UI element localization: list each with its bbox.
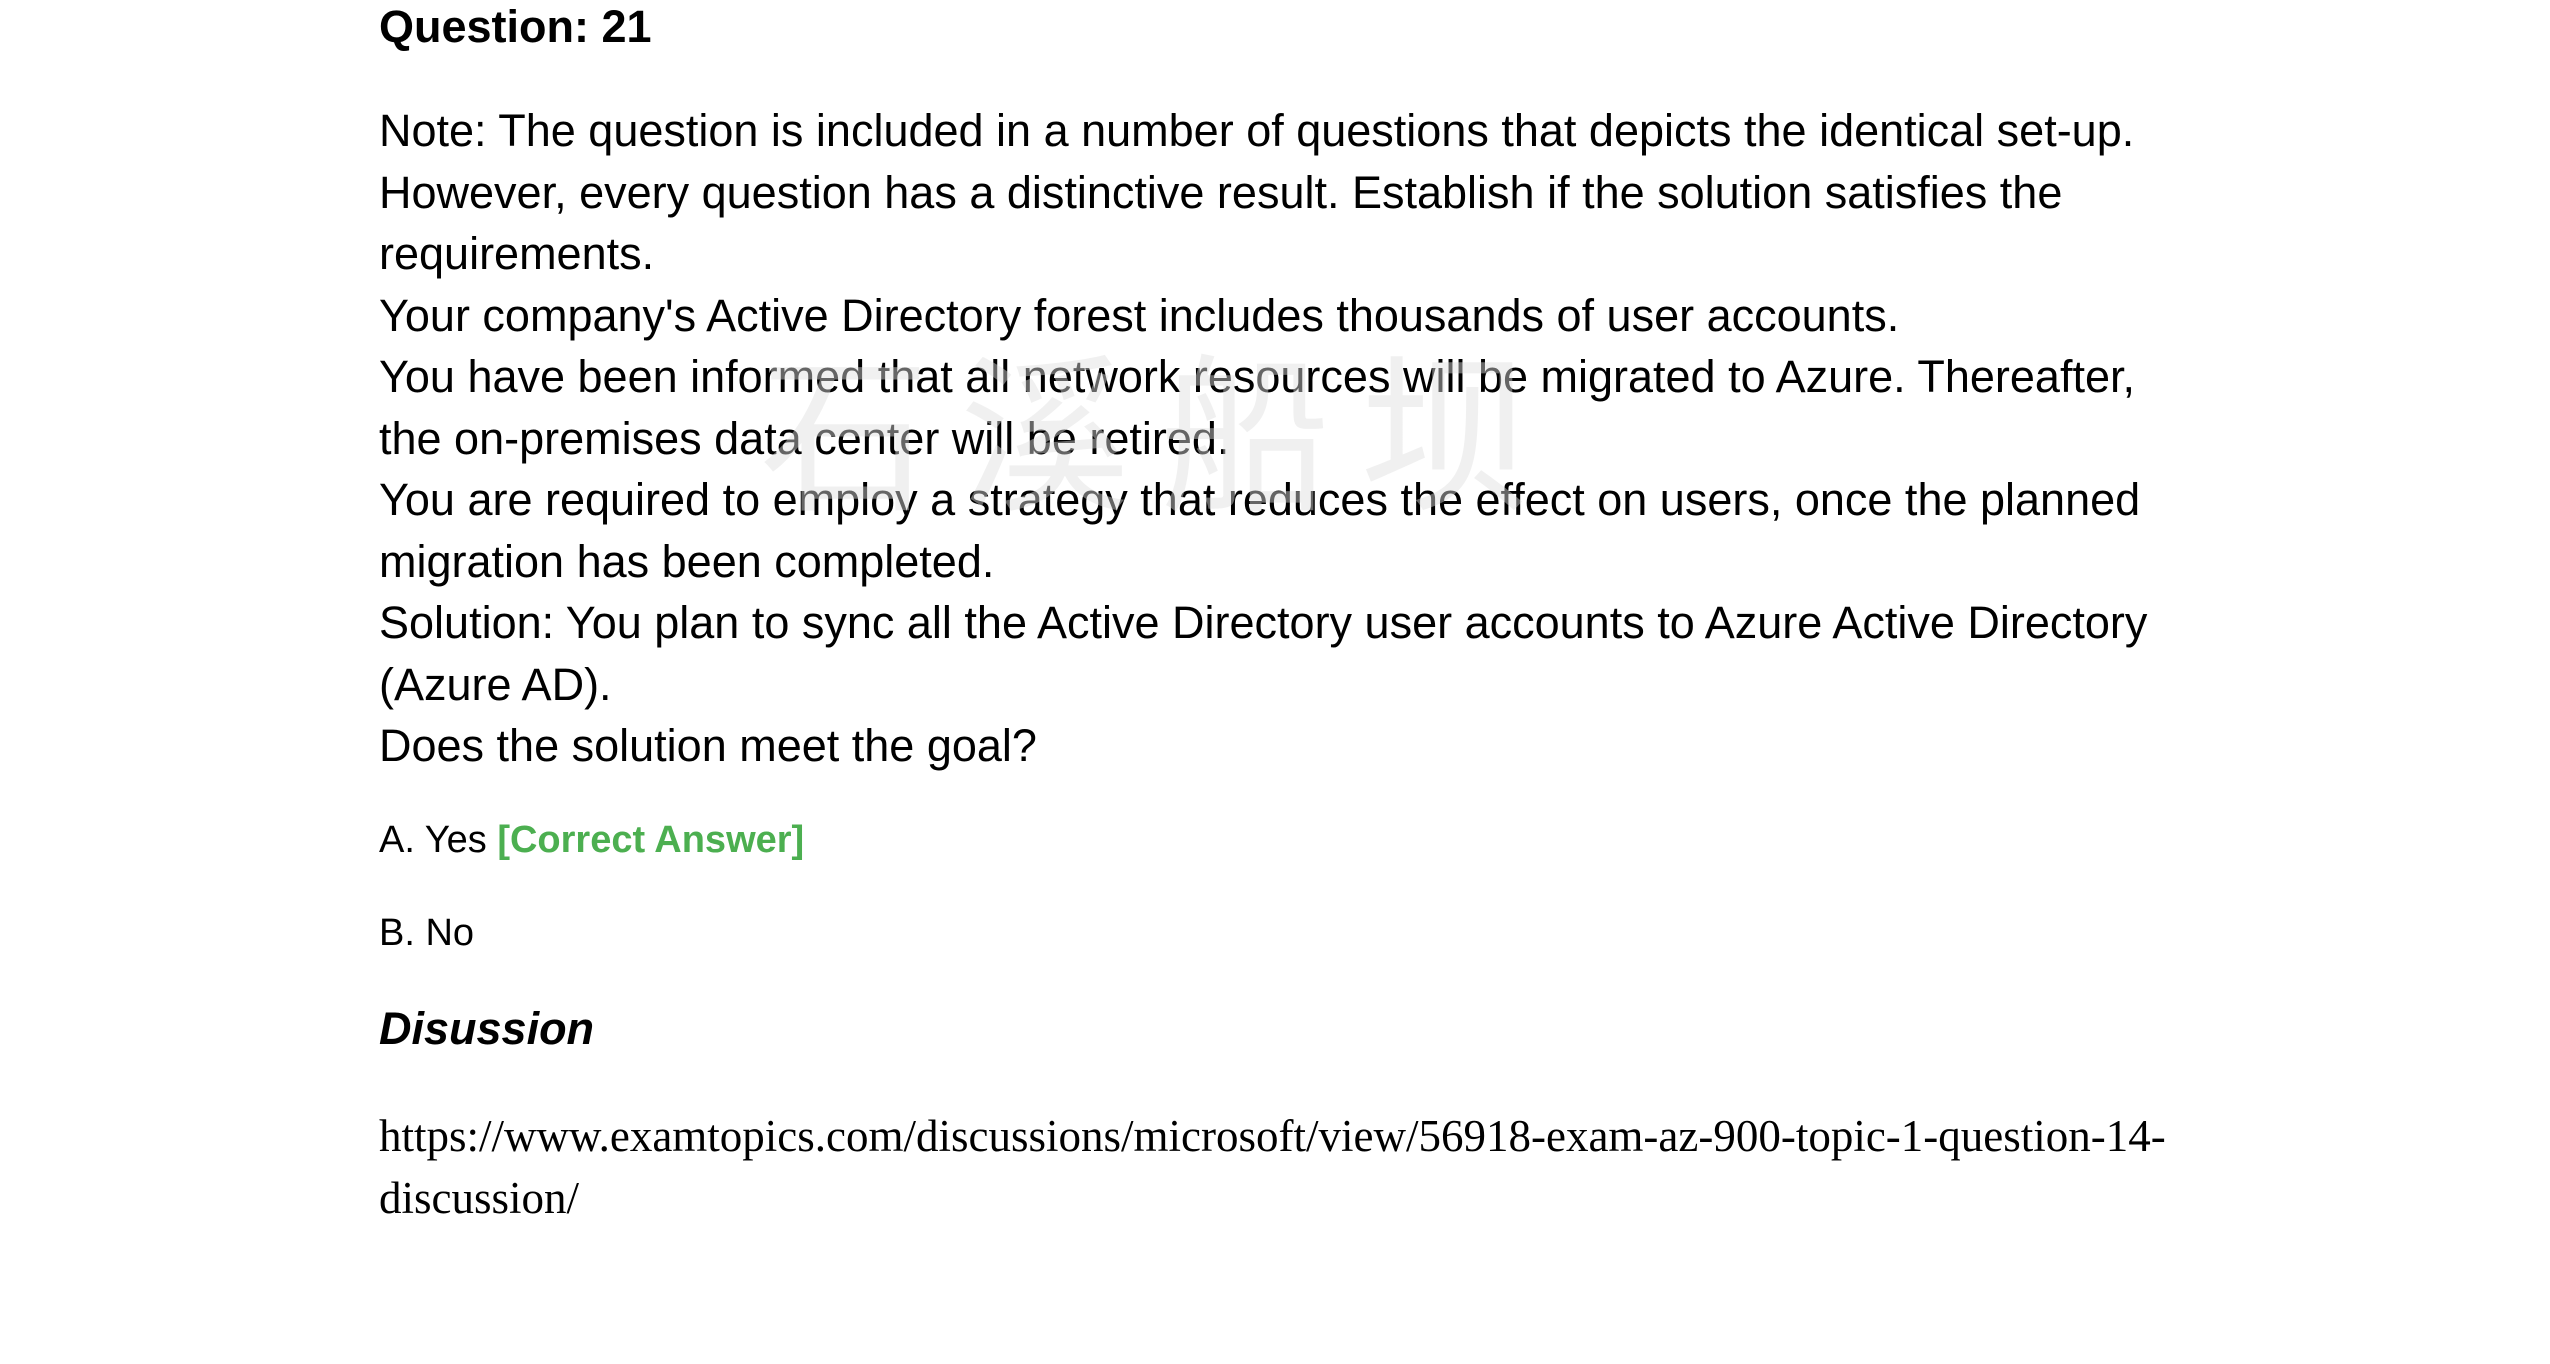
answer-option-b: B. No: [379, 910, 474, 956]
option-a-label: A. Yes: [379, 819, 498, 861]
question-paragraph: You are required to employ a strategy th…: [379, 474, 2141, 587]
discussion-link: https://www.examtopics.com/discussions/m…: [379, 1111, 2166, 1223]
question-paragraph: Solution: You plan to sync all the Activ…: [379, 597, 2148, 710]
correct-answer-badge: [Correct Answer]: [497, 819, 805, 861]
option-b-label: B. No: [379, 912, 475, 954]
question-title: Question: 21: [379, 1, 652, 52]
discussion-heading: Disussion: [379, 1003, 595, 1054]
question-paragraph: Note: The question is included in a numb…: [379, 105, 2135, 279]
question-body: Note: The question is included in a numb…: [379, 100, 2209, 777]
question-paragraph: Your company's Active Directory forest i…: [379, 289, 1900, 341]
answer-option-a: A. Yes [Correct Answer]: [379, 817, 804, 863]
question-paragraph: Does the solution meet the goal?: [379, 720, 1037, 771]
question-paragraph: You have been informed that all network …: [379, 351, 2135, 464]
